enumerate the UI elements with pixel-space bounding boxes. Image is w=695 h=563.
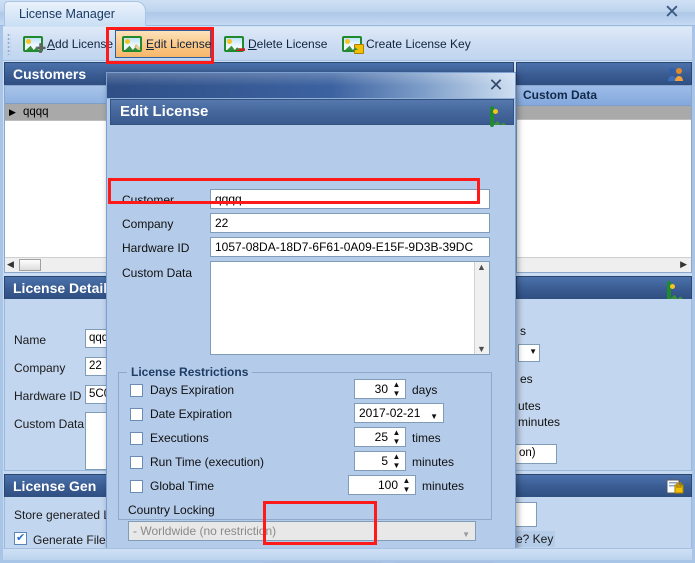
create-license-key-icon: [342, 36, 364, 54]
date-expiration-checkbox[interactable]: [130, 408, 143, 421]
run-time-label: Run Time (execution): [150, 455, 265, 469]
license-details-title: License Details: [13, 280, 115, 296]
edit-license-dialog: ✕ Edit License Customer qqqq Company 22 …: [106, 72, 516, 550]
toolbar-grip-icon[interactable]: [7, 33, 11, 55]
executions-spinner[interactable]: 25 ▲ ▼: [354, 427, 406, 447]
add-license-button[interactable]: ➕ Add License: [17, 30, 113, 58]
run-time-value: 5: [381, 454, 388, 468]
date-expiration-value: 2017-02-21: [359, 406, 421, 420]
spinner-arrows-icon[interactable]: ▲ ▼: [390, 380, 403, 398]
country-locking-value: - Worldwide (no restriction): [133, 524, 277, 538]
custom-data-hscrollbar[interactable]: ▶: [517, 257, 691, 272]
bg-fragment-minutes-1: utes: [518, 399, 541, 413]
customer-field[interactable]: qqqq: [210, 189, 490, 209]
company-field[interactable]: 22: [210, 213, 490, 233]
generate-file-key-label: Generate File K: [33, 533, 118, 547]
executions-unit: times: [412, 431, 441, 445]
main-titlebar: License Manager ✕: [0, 0, 695, 26]
custom-data-scrollbar[interactable]: ▲ ▼: [474, 262, 489, 354]
customer-label: Customer: [122, 193, 175, 207]
statusbar: [3, 548, 692, 560]
main-toolbar: ➕ Add License ✎ Edit License ▬ Delete Li…: [3, 27, 692, 61]
bg-fragment-times: es: [520, 372, 533, 386]
store-generated-license-label: Store generated Lic: [14, 508, 119, 522]
dialog-body: Customer qqqq Company 22 Hardware ID 105…: [110, 127, 514, 548]
bg-date-combo[interactable]: [518, 344, 540, 362]
dialog-header: Edit License: [110, 99, 514, 127]
dialog-close-icon[interactable]: ✕: [486, 75, 506, 95]
license-gen-title: License Gen: [13, 478, 97, 494]
run-time-unit: minutes: [412, 455, 455, 469]
window-title: License Manager: [4, 1, 146, 26]
detail-label-custom-data: Custom Data: [14, 417, 85, 431]
detail-label-name: Name: [14, 333, 47, 347]
bg-fragment-days: s: [520, 324, 526, 338]
global-time-label: Global Time: [150, 479, 215, 493]
detail-label-hardware-id: Hardware ID: [14, 389, 82, 403]
scroll-up-icon[interactable]: ▲: [477, 262, 486, 272]
run-time-spinner[interactable]: 5 ▲ ▼: [354, 451, 406, 471]
delete-license-icon: ▬: [224, 36, 245, 53]
global-time-spinner[interactable]: 100 ▲ ▼: [348, 475, 416, 495]
days-expiration-value: 30: [374, 382, 388, 396]
global-time-unit: minutes: [422, 479, 465, 493]
custom-data-label: Custom Data: [122, 266, 193, 280]
edit-license-button[interactable]: ✎ Edit License: [115, 30, 211, 58]
country-locking-label: Country Locking: [128, 503, 215, 517]
cursor-arrow-icon: ▶: [680, 259, 687, 269]
dialog-titlebar: [107, 73, 515, 99]
country-locking-combo[interactable]: - Worldwide (no restriction): [128, 521, 476, 544]
global-time-checkbox[interactable]: [130, 480, 143, 493]
license-restrictions-title: License Restrictions: [127, 365, 253, 379]
bg-fragment-minutes-2: minutes: [518, 415, 561, 429]
spinner-arrows-icon[interactable]: ▲ ▼: [390, 452, 403, 470]
date-expiration-datepicker[interactable]: 2017-02-21: [354, 403, 444, 426]
executions-checkbox[interactable]: [130, 432, 143, 445]
global-time-value: 100: [377, 478, 398, 492]
date-expiration-label: Date Expiration: [150, 407, 233, 421]
executions-label: Executions: [150, 431, 209, 445]
edit-license-label: Edit License: [146, 37, 212, 51]
customers-panel-title: Customers: [13, 66, 87, 82]
license-key-icon: [666, 478, 685, 494]
customers-group-icon: [667, 66, 685, 81]
generate-file-key-checkbox[interactable]: [14, 531, 27, 545]
edit-license-icon: ✎: [122, 36, 142, 53]
detail-label-company: Company: [14, 361, 66, 375]
days-expiration-unit: days: [412, 383, 438, 397]
add-license-icon: ➕: [23, 36, 46, 53]
executions-value: 25: [374, 430, 388, 444]
bg-fragment-country[interactable]: on): [515, 444, 557, 464]
spinner-arrows-icon[interactable]: ▲ ▼: [390, 428, 403, 446]
custom-data-panel-header: .: [516, 62, 692, 86]
hardware-id-field[interactable]: 1057-08DA-18D7-6F61-0A09-E15F-9D3B-39DC: [210, 237, 490, 257]
days-expiration-label: Days Expiration: [150, 383, 235, 397]
delete-license-button[interactable]: ▬ Delete License: [218, 30, 328, 58]
custom-data-grid[interactable]: Custom Data ▶: [516, 85, 692, 273]
company-label: Company: [122, 217, 174, 231]
days-expiration-spinner[interactable]: 30 ▲ ▼: [354, 379, 406, 399]
license-details-right-header: .: [516, 276, 692, 301]
run-time-checkbox[interactable]: [130, 456, 143, 469]
license-path-field[interactable]: [515, 502, 537, 527]
key-fragment-label: e? Key: [514, 531, 556, 547]
custom-data-textarea[interactable]: ▲ ▼: [210, 261, 490, 355]
scroll-left-icon[interactable]: ◀: [7, 259, 14, 270]
create-license-key-label: Create License Key: [366, 37, 471, 51]
add-license-label: Add License: [47, 37, 114, 51]
days-expiration-checkbox[interactable]: [130, 384, 143, 397]
delete-license-label: Delete License: [248, 37, 328, 51]
license-card-icon: [490, 105, 506, 127]
spinner-arrows-icon[interactable]: ▲ ▼: [400, 476, 413, 494]
custom-data-row[interactable]: [517, 106, 691, 120]
close-icon[interactable]: ✕: [661, 3, 683, 23]
hardware-id-label: Hardware ID: [122, 241, 190, 255]
scroll-down-icon[interactable]: ▼: [477, 344, 486, 354]
dialog-header-title: Edit License: [120, 103, 209, 120]
create-license-key-button[interactable]: Create License Key: [336, 30, 476, 58]
custom-data-column-header: Custom Data: [517, 86, 691, 106]
license-card-icon: [667, 280, 685, 301]
scrollbar-thumb[interactable]: [19, 259, 41, 271]
license-manager-app: License Manager ✕ ➕ Add License ✎ Edit L…: [0, 0, 695, 563]
